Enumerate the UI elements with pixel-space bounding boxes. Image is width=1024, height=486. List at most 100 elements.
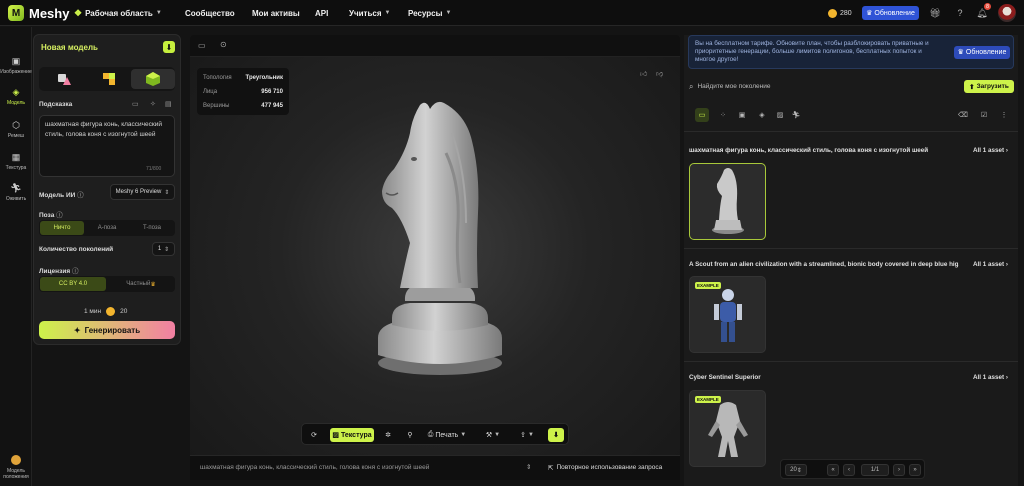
tools-menu[interactable]: ⚒ ▼ bbox=[482, 428, 504, 442]
thumbs-down-icon[interactable]: 👎︎ bbox=[656, 69, 663, 78]
help-icon[interactable]: ? bbox=[953, 6, 967, 20]
nav-api[interactable]: API bbox=[315, 0, 328, 26]
mode-multi-view[interactable] bbox=[131, 69, 175, 89]
settings-icon[interactable]: ⊙ bbox=[220, 40, 227, 49]
viewport-toolbar: ⟳ ▨ Текстура ✲ ⚲ ⎙ Печать ▼ ⚒ ▼ ⇪ ▼ ⬇ bbox=[301, 423, 569, 445]
monitor-icon[interactable]: ▭ bbox=[198, 41, 206, 50]
page-size-select[interactable]: 20 ⇕ bbox=[785, 464, 807, 476]
prev-page-button[interactable]: ‹ bbox=[843, 464, 855, 476]
pagination: 20 ⇕ « ‹ 1/1 › » bbox=[780, 459, 925, 479]
download-icon: ⬇ bbox=[553, 432, 559, 439]
credits-counter[interactable]: 280 bbox=[828, 6, 852, 20]
asset-thumbnail[interactable]: EXAMPLE bbox=[689, 390, 766, 467]
pose-selector: Ничто A-поза T-поза bbox=[39, 220, 175, 236]
chat-icon[interactable]: ▭ bbox=[132, 100, 139, 108]
filter-cube-icon[interactable]: ◈ bbox=[755, 108, 769, 122]
avatar[interactable] bbox=[998, 4, 1016, 22]
texture-icon: ▨ bbox=[332, 432, 339, 439]
top-bar: M Meshy ❖ Рабочая область ▼ Сообщество М… bbox=[0, 0, 1024, 26]
print-icon: ⎙ bbox=[427, 431, 434, 438]
first-page-button[interactable]: « bbox=[827, 464, 839, 476]
rail-item-pose-model[interactable]: Модель положения bbox=[0, 454, 32, 480]
pose-t[interactable]: T-поза bbox=[130, 221, 174, 235]
rail-item-texture[interactable]: ▦ Текстура bbox=[0, 151, 32, 172]
prompt-preview[interactable]: шахматная фигура конь, классический стил… bbox=[200, 464, 429, 471]
rail-item-model[interactable]: ◈ Модель bbox=[0, 86, 32, 107]
texture-icon: ▦ bbox=[11, 151, 21, 162]
gift-icon[interactable]: 🎁︎ bbox=[928, 6, 942, 20]
sparkle-icon: ✦ bbox=[73, 325, 81, 335]
license-cc-by[interactable]: CC BY 4.0 bbox=[40, 277, 106, 291]
asset-thumbnail[interactable] bbox=[689, 163, 766, 240]
reuse-prompt-button[interactable]: ⇱ Повторное использование запроса bbox=[548, 464, 662, 472]
texture-button[interactable]: ▨ Текстура bbox=[330, 428, 374, 442]
char-counter: 71/800 bbox=[146, 166, 162, 172]
chevron-updown-icon[interactable]: ⇕ bbox=[526, 463, 531, 471]
generation-count-label: Количество поколений bbox=[39, 246, 114, 253]
cube-icon bbox=[146, 72, 160, 86]
pose-none[interactable]: Ничто bbox=[40, 221, 84, 235]
download-button[interactable]: ⬇ bbox=[548, 428, 564, 442]
asset-thumbnail[interactable]: EXAMPLE bbox=[689, 276, 766, 353]
workspace-label: Рабочая область bbox=[85, 8, 153, 18]
pose-a[interactable]: A-поза bbox=[85, 221, 129, 235]
download-icon[interactable]: ⬇ bbox=[163, 41, 175, 53]
nav-community[interactable]: Сообщество bbox=[185, 0, 235, 26]
coin-icon bbox=[106, 307, 116, 316]
filter-grid-icon[interactable]: ⁘ bbox=[716, 108, 730, 122]
trash-icon[interactable]: ▤ bbox=[165, 100, 172, 108]
search-input[interactable]: ⌕ Найдите мое поколение bbox=[689, 79, 849, 94]
select-icon[interactable]: ☑ bbox=[977, 108, 991, 122]
upgrade-button[interactable]: ♛ Обновление bbox=[862, 6, 919, 20]
workspace-menu[interactable]: ❖ Рабочая область ▼ bbox=[74, 0, 162, 26]
cube-icon: ◈ bbox=[12, 86, 20, 97]
mode-text-to-3d[interactable] bbox=[42, 69, 86, 89]
meshy-logo-icon: M bbox=[8, 5, 24, 21]
nav-my-assets[interactable]: Мои активы bbox=[252, 0, 300, 26]
chevron-down-icon: ▼ bbox=[445, 10, 452, 16]
banner-upgrade-button[interactable]: ♛ Обновление bbox=[954, 46, 1010, 59]
filter-animate-icon[interactable]: 🏃︎ bbox=[789, 108, 803, 122]
generation-count-stepper[interactable]: 1 ⇕ bbox=[152, 242, 175, 256]
mode-switcher bbox=[39, 67, 175, 91]
nav-resources[interactable]: Ресурсы ▼ bbox=[408, 0, 451, 26]
all-assets-link[interactable]: All 1 asset › bbox=[973, 261, 1008, 268]
license-private[interactable]: Частный ♛ bbox=[108, 277, 174, 291]
filter-folder-icon[interactable]: ▭ bbox=[695, 108, 709, 122]
filter-texture-icon[interactable]: ▨ bbox=[773, 108, 787, 122]
panel-title: Новая модель bbox=[41, 43, 98, 52]
more-icon[interactable]: ⋮ bbox=[997, 108, 1011, 122]
3d-viewport[interactable]: ▭ ⊙ Топология Треугольник Лица 956 710 Вер… bbox=[190, 35, 680, 480]
last-page-button[interactable]: » bbox=[909, 464, 921, 476]
rail-item-animate[interactable]: 🏃︎ Оживить bbox=[0, 182, 32, 203]
page-indicator[interactable]: 1/1 bbox=[861, 464, 889, 476]
print-menu[interactable]: ⎙ Печать ▼ bbox=[426, 428, 468, 442]
all-assets-link[interactable]: All 1 asset › bbox=[973, 374, 1008, 381]
rig-icon[interactable]: ⚲ bbox=[402, 428, 418, 442]
rail-item-image[interactable]: ▣ Изображение bbox=[0, 55, 32, 76]
rail-item-remesh[interactable]: ⬡ Ремеш bbox=[0, 119, 32, 140]
filter-broom-icon[interactable]: ⌫ bbox=[956, 108, 970, 122]
lightbulb-icon[interactable]: ✧ bbox=[150, 100, 156, 108]
brand-logo[interactable]: M Meshy bbox=[8, 4, 69, 22]
stat-faces: Лица 956 710 bbox=[203, 89, 283, 95]
share-menu[interactable]: ⇪ ▼ bbox=[516, 428, 538, 442]
thumbs-up-icon[interactable]: 👍︎ bbox=[640, 69, 647, 78]
chevron-down-icon: ▼ bbox=[155, 10, 162, 16]
next-page-button[interactable]: › bbox=[893, 464, 905, 476]
nav-learn[interactable]: Учиться ▼ bbox=[349, 0, 390, 26]
pose-label: Поза ⓘ bbox=[39, 212, 63, 219]
remesh-icon[interactable]: ✲ bbox=[380, 428, 396, 442]
rotate-icon[interactable]: ⟳ bbox=[306, 428, 322, 442]
coin-icon bbox=[828, 8, 837, 18]
mode-image-to-3d[interactable] bbox=[87, 69, 131, 89]
ai-model-select[interactable]: Meshy 6 Preview ⇕ bbox=[110, 184, 175, 200]
free-plan-banner: Вы на бесплатном тарифе. Обновите план, … bbox=[688, 35, 1014, 69]
search-icon: ⌕ bbox=[689, 81, 694, 91]
generate-button[interactable]: ✦ Генерировать bbox=[39, 321, 175, 339]
filter-image-icon[interactable]: ▣ bbox=[735, 108, 749, 122]
chevron-down-icon: ▼ bbox=[384, 10, 391, 16]
all-assets-link[interactable]: All 1 asset › bbox=[973, 147, 1008, 154]
divider bbox=[684, 131, 1018, 132]
upload-button[interactable]: ⬆ Загрузить bbox=[964, 80, 1014, 93]
